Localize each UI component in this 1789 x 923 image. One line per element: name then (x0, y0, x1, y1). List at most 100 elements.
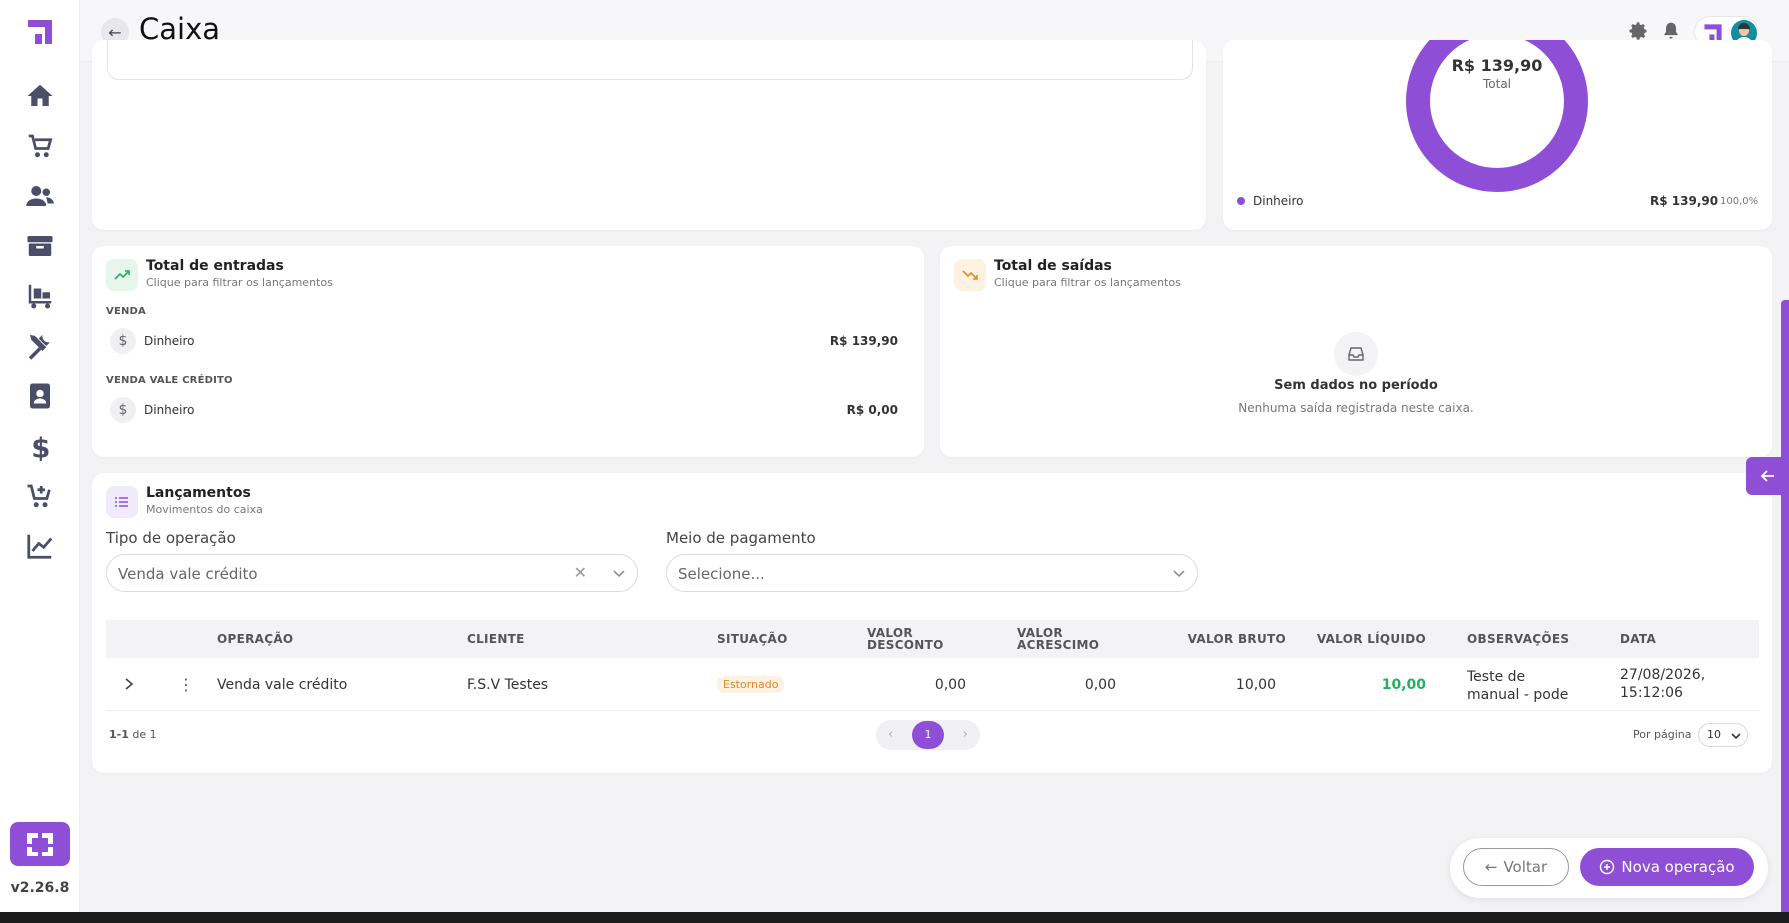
arrow-left-icon: ← (1484, 858, 1498, 876)
truck-icon[interactable] (20, 276, 60, 316)
app-logo[interactable] (26, 18, 54, 46)
entrada-value: R$ 139,90 (829, 334, 898, 348)
payment-summary-card: R$ 139,90 Total Dinheiro R$ 139,90 100,0… (1223, 40, 1772, 230)
row-cliente: F.S.V Testes (467, 677, 549, 693)
legend-dot (1237, 197, 1245, 205)
saidas-title: Total de saídas (994, 258, 1112, 274)
pager-range: 1-1 (109, 728, 129, 741)
app-version: v2.26.8 (10, 880, 70, 896)
lancamentos-subtitle: Movimentos do caixa (146, 503, 263, 516)
col-operacao[interactable]: OPERAÇÃO (217, 633, 293, 645)
donut-total-label: Total (1482, 77, 1512, 91)
chart-card (92, 40, 1206, 230)
chevron-right-icon[interactable] (122, 677, 136, 691)
chevron-down-icon (1173, 570, 1185, 578)
empty-title: Sem dados no período (1274, 378, 1438, 393)
box-icon[interactable] (20, 226, 60, 266)
users-icon[interactable] (20, 176, 60, 216)
brand-button[interactable] (10, 822, 70, 866)
prev-page-icon[interactable]: ‹ (888, 727, 893, 742)
entrada-row[interactable]: $ Dinheiro R$ 139,90 (106, 328, 910, 354)
col-cliente[interactable]: CLIENTE (467, 633, 525, 645)
legend-name: Dinheiro (1253, 194, 1304, 208)
more-vertical-icon[interactable]: ⋮ (178, 675, 194, 694)
cart-icon[interactable] (20, 126, 60, 166)
row-operacao: Venda vale crédito (217, 677, 348, 693)
scrollbar[interactable] (1781, 300, 1789, 912)
col-valor-acrescimo-line2: ACRESCIMO (1017, 638, 1100, 652)
tipo-operacao-value: Venda vale crédito (118, 565, 258, 583)
voltar-label: Voltar (1503, 858, 1548, 876)
tools-icon[interactable] (20, 326, 60, 366)
brand-icon (27, 833, 53, 856)
table-header: OPERAÇÃO CLIENTE SITUAÇÃO VALOR DESCONTO… (106, 620, 1759, 658)
entradas-card[interactable]: Total de entradas Clique para filtrar os… (92, 246, 924, 457)
col-valor-liquido[interactable]: VALOR LÍQUIDO (1306, 633, 1426, 645)
entradas-title: Total de entradas (146, 258, 284, 274)
voltar-button[interactable]: ← Voltar (1463, 848, 1569, 886)
per-page-select[interactable]: 10 (1698, 723, 1748, 747)
bottom-strip (0, 912, 1789, 923)
clear-icon[interactable]: ✕ (574, 563, 587, 582)
pager-info: 1-1 de 1 (109, 728, 157, 741)
per-page-value: 10 (1707, 728, 1721, 741)
per-page-label: Por página (1633, 728, 1692, 741)
pagination: ‹ 1 › (876, 720, 980, 750)
lancamentos-card: Lançamentos Movimentos do caixa Tipo de … (92, 473, 1772, 773)
filter-tipo-label: Tipo de operação (106, 529, 236, 547)
col-valor-bruto[interactable]: VALOR BRUTO (1186, 633, 1286, 645)
side-panel-toggle[interactable] (1746, 457, 1789, 495)
row-bruto: 10,00 (1235, 677, 1276, 693)
col-situacao[interactable]: SITUAÇÃO (717, 633, 788, 645)
tipo-operacao-select[interactable]: Venda vale crédito ✕ (106, 554, 638, 592)
trending-up-icon (106, 259, 138, 291)
home-icon[interactable] (20, 76, 60, 116)
row-desconto: 0,00 (934, 677, 966, 693)
bell-icon[interactable] (1660, 20, 1682, 42)
row-data-line2: 15:12:06 (1620, 685, 1683, 701)
group-label-vale-credito: VENDA VALE CRÉDITO (106, 375, 233, 386)
entrada-method: Dinheiro (144, 334, 195, 348)
legend-value: R$ 139,90 (1650, 194, 1719, 208)
row-observacoes: Teste de manual - pode (1467, 668, 1568, 704)
entrada-method: Dinheiro (144, 403, 195, 417)
legend-percent: 100,0% (1720, 196, 1759, 207)
sidebar: $ v2.26.8 (0, 0, 80, 912)
dollar-icon: $ (110, 397, 136, 423)
col-valor-desconto-line2: DESCONTO (867, 638, 944, 652)
row-acrescimo: 0,00 (1084, 677, 1116, 693)
donut-total-value: R$ 139,90 (1451, 56, 1543, 75)
empty-subtitle: Nenhuma saída registrada neste caixa. (1238, 401, 1474, 415)
chevron-down-icon (1731, 733, 1741, 740)
row-liquido: 10,00 (1381, 677, 1426, 693)
dollar-icon[interactable]: $ (20, 426, 60, 466)
plus-circle-icon (1600, 859, 1615, 875)
saidas-card[interactable]: Total de saídas Clique para filtrar os l… (940, 246, 1772, 457)
chart-container (107, 40, 1193, 80)
contact-icon[interactable] (20, 376, 60, 416)
next-page-icon[interactable]: › (963, 727, 968, 742)
nova-operacao-button[interactable]: Nova operação (1580, 848, 1754, 886)
row-data-line1: 27/08/2026, (1620, 667, 1706, 683)
inbox-icon (1334, 332, 1378, 376)
filter-meio-label: Meio de pagamento (666, 529, 816, 547)
lancamentos-title: Lançamentos (146, 485, 251, 501)
list-icon (106, 486, 138, 518)
row-observacoes-line2: manual - pode (1467, 687, 1569, 703)
entradas-subtitle: Clique para filtrar os lançamentos (146, 276, 333, 289)
pager-of: de 1 (132, 728, 157, 741)
svg-text:$: $ (31, 432, 50, 461)
action-bar: ← Voltar Nova operação (1450, 838, 1768, 898)
meio-pagamento-placeholder: Selecione... (678, 565, 765, 583)
col-observacoes[interactable]: OBSERVAÇÕES (1467, 633, 1569, 645)
chart-line-icon[interactable] (20, 526, 60, 566)
col-valor-acrescimo[interactable]: VALOR ACRESCIMO (1017, 627, 1099, 651)
col-valor-desconto[interactable]: VALOR DESCONTO (867, 627, 944, 651)
col-data[interactable]: DATA (1620, 633, 1656, 645)
entrada-row[interactable]: $ Dinheiro R$ 0,00 (106, 397, 910, 423)
gear-icon[interactable] (1628, 20, 1650, 42)
meio-pagamento-select[interactable]: Selecione... (666, 554, 1198, 592)
current-page[interactable]: 1 (912, 721, 944, 749)
cart-plus-icon[interactable] (20, 476, 60, 516)
table-row[interactable]: ⋮ Venda vale crédito F.S.V Testes Estorn… (106, 659, 1759, 711)
